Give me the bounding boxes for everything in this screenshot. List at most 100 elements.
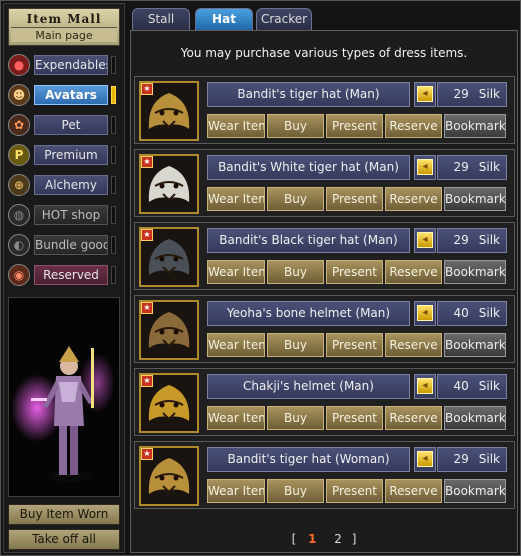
character-figure bbox=[11, 346, 115, 482]
sidebar-item-label: HOT shop bbox=[34, 205, 108, 225]
wear-item-button[interactable]: Wear Item bbox=[207, 187, 265, 211]
sidebar-item-pet[interactable]: ✿ Pet bbox=[8, 112, 120, 138]
item-thumbnail[interactable]: ★ bbox=[139, 373, 199, 433]
avatar-preview bbox=[8, 297, 120, 497]
buy-button[interactable]: Buy bbox=[267, 260, 324, 284]
silk-coin-icon: ◂ bbox=[414, 374, 436, 399]
present-button[interactable]: Present bbox=[326, 260, 383, 284]
silk-coin-icon: ◂ bbox=[414, 155, 436, 180]
item-row: ★ Chakji's helmet (Man) ◂ 40 Silk Wear It… bbox=[134, 368, 515, 436]
reserve-button[interactable]: Reserve bbox=[385, 406, 442, 430]
reserve-button[interactable]: Reserve bbox=[385, 479, 442, 503]
new-badge-icon: ★ bbox=[141, 375, 153, 387]
mall-title: Item Mall bbox=[26, 12, 102, 26]
wear-item-button[interactable]: Wear Item bbox=[207, 333, 265, 357]
sidebar-item-alchemy[interactable]: ⊕ Alchemy bbox=[8, 172, 120, 198]
bookmark-button[interactable]: Bookmark bbox=[444, 333, 506, 357]
sidebar-item-label: Pet bbox=[34, 115, 108, 135]
tab-stall[interactable]: Stall bbox=[132, 8, 190, 30]
bundle-icon: ◐ bbox=[8, 234, 30, 256]
sidebar-item-reserved[interactable]: ◉ Reserved bbox=[8, 262, 120, 288]
buy-button[interactable]: Buy bbox=[267, 479, 324, 503]
reserve-button[interactable]: Reserve bbox=[385, 187, 442, 211]
sidebar-item-label: Avatars bbox=[34, 85, 108, 105]
new-badge-icon: ★ bbox=[141, 83, 153, 95]
sidebar-item-hot-shop[interactable]: ◍ HOT shop bbox=[8, 202, 120, 228]
selection-indicator bbox=[111, 206, 116, 224]
sidebar-item-expendables[interactable]: ● Expendables bbox=[8, 52, 120, 78]
item-thumbnail[interactable]: ★ bbox=[139, 446, 199, 506]
selection-indicator bbox=[111, 56, 116, 74]
reserved-icon: ◉ bbox=[8, 264, 30, 286]
bookmark-button[interactable]: Bookmark bbox=[444, 187, 506, 211]
sidebar-item-bundle-goods[interactable]: ◐Bundle goods bbox=[8, 232, 120, 258]
main-page-link[interactable]: Main page bbox=[11, 27, 117, 42]
new-badge-icon: ★ bbox=[141, 302, 153, 314]
present-button[interactable]: Present bbox=[326, 333, 383, 357]
buy-item-worn-button[interactable]: Buy Item Worn bbox=[8, 504, 120, 525]
item-thumbnail[interactable]: ★ bbox=[139, 227, 199, 287]
bookmark-button[interactable]: Bookmark bbox=[444, 479, 506, 503]
item-row: ★ Bandit's White tiger hat (Man) ◂ 29 Sil… bbox=[134, 149, 515, 217]
item-row: ★ Bandit's Black tiger hat (Man) ◂ 29 Sil… bbox=[134, 222, 515, 290]
present-button[interactable]: Present bbox=[326, 406, 383, 430]
present-button[interactable]: Present bbox=[326, 114, 383, 138]
present-button[interactable]: Present bbox=[326, 479, 383, 503]
pager-close-bracket: ] bbox=[351, 532, 357, 546]
item-price: 29 Silk bbox=[437, 155, 507, 180]
alchemy-icon: ⊕ bbox=[8, 174, 30, 196]
item-price: 29 Silk bbox=[437, 82, 507, 107]
item-price: 40 Silk bbox=[437, 374, 507, 399]
price-value: 40 bbox=[453, 306, 469, 320]
buy-button[interactable]: Buy bbox=[267, 187, 324, 211]
sidebar-item-label: Bundle goods bbox=[34, 235, 108, 255]
item-thumbnail[interactable]: ★ bbox=[139, 300, 199, 360]
selection-indicator bbox=[111, 266, 116, 284]
wear-item-button[interactable]: Wear Item bbox=[207, 479, 265, 503]
price-value: 29 bbox=[453, 233, 469, 247]
reserve-button[interactable]: Reserve bbox=[385, 333, 442, 357]
item-name: Bandit's Black tiger hat (Man) bbox=[207, 228, 410, 253]
sidebar: Item Mall Main page ● Expendables ☻ Avatars… bbox=[3, 3, 125, 553]
item-row: ★ Bandit's tiger hat (Man) ◂ 29 Silk Wear… bbox=[134, 76, 515, 144]
new-badge-icon: ★ bbox=[141, 229, 153, 241]
wear-item-button[interactable]: Wear Item bbox=[207, 260, 265, 284]
item-row: ★ Yeoha's bone helmet (Man) ◂ 40 Silk Wea… bbox=[134, 295, 515, 363]
mall-header[interactable]: Item Mall Main page bbox=[8, 8, 120, 46]
price-currency: Silk bbox=[478, 233, 500, 247]
page-1-link[interactable]: 1 bbox=[308, 532, 316, 546]
silk-coin-icon: ◂ bbox=[414, 82, 436, 107]
reserve-button[interactable]: Reserve bbox=[385, 114, 442, 138]
reserve-button[interactable]: Reserve bbox=[385, 260, 442, 284]
selection-indicator bbox=[111, 86, 116, 104]
sidebar-item-avatars[interactable]: ☻ Avatars bbox=[8, 82, 120, 108]
bookmark-button[interactable]: Bookmark bbox=[444, 260, 506, 284]
sidebar-item-premium[interactable]: P Premium bbox=[8, 142, 120, 168]
sidebar-item-label: Expendables bbox=[34, 55, 108, 75]
selection-indicator bbox=[111, 176, 116, 194]
bookmark-button[interactable]: Bookmark bbox=[444, 114, 506, 138]
page-2-link[interactable]: 2 bbox=[334, 532, 342, 546]
tab-hat[interactable]: Hat bbox=[195, 8, 253, 30]
take-off-all-button[interactable]: Take off all bbox=[8, 529, 120, 550]
present-button[interactable]: Present bbox=[326, 187, 383, 211]
tab-cracker[interactable]: Cracker bbox=[256, 8, 312, 30]
silk-coin-icon: ◂ bbox=[414, 447, 436, 472]
buy-button[interactable]: Buy bbox=[267, 406, 324, 430]
wear-item-button[interactable]: Wear Item bbox=[207, 406, 265, 430]
pagination: [ 1 2 ] bbox=[131, 529, 517, 549]
price-value: 40 bbox=[453, 379, 469, 393]
item-thumbnail[interactable]: ★ bbox=[139, 81, 199, 141]
wear-item-button[interactable]: Wear Item bbox=[207, 114, 265, 138]
bookmark-button[interactable]: Bookmark bbox=[444, 406, 506, 430]
price-currency: Silk bbox=[478, 379, 500, 393]
price-currency: Silk bbox=[478, 87, 500, 101]
buy-button[interactable]: Buy bbox=[267, 114, 324, 138]
pet-icon: ✿ bbox=[8, 114, 30, 136]
item-price: 40 Silk bbox=[437, 301, 507, 326]
price-value: 29 bbox=[453, 160, 469, 174]
sidebar-item-label: Premium bbox=[34, 145, 108, 165]
buy-button[interactable]: Buy bbox=[267, 333, 324, 357]
price-value: 29 bbox=[453, 452, 469, 466]
item-thumbnail[interactable]: ★ bbox=[139, 154, 199, 214]
